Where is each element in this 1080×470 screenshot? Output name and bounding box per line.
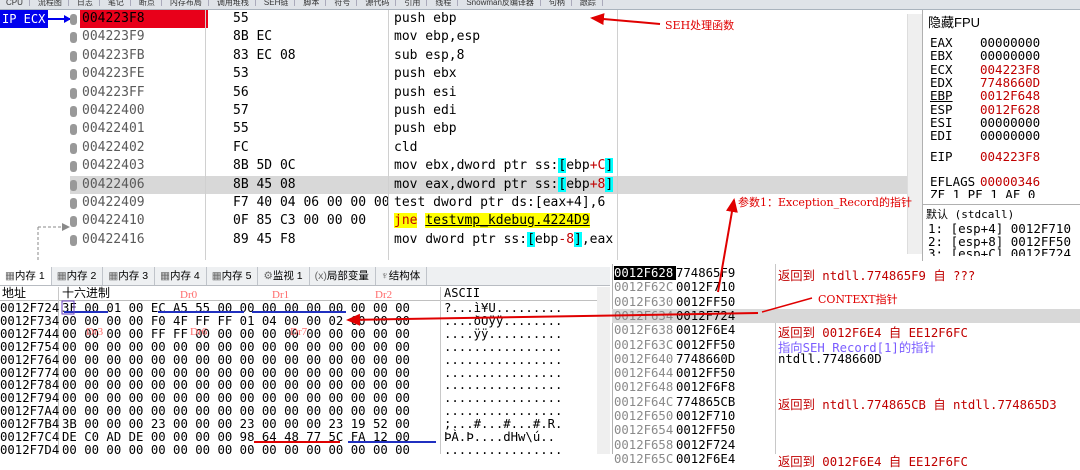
stack-row[interactable]: 0012F65C 0012F6E4 [614,452,756,466]
annotation-arrows-icon [61,13,813,443]
stack-comment: 返回到 0012F6E4 自 EE12F6FC [778,454,968,469]
